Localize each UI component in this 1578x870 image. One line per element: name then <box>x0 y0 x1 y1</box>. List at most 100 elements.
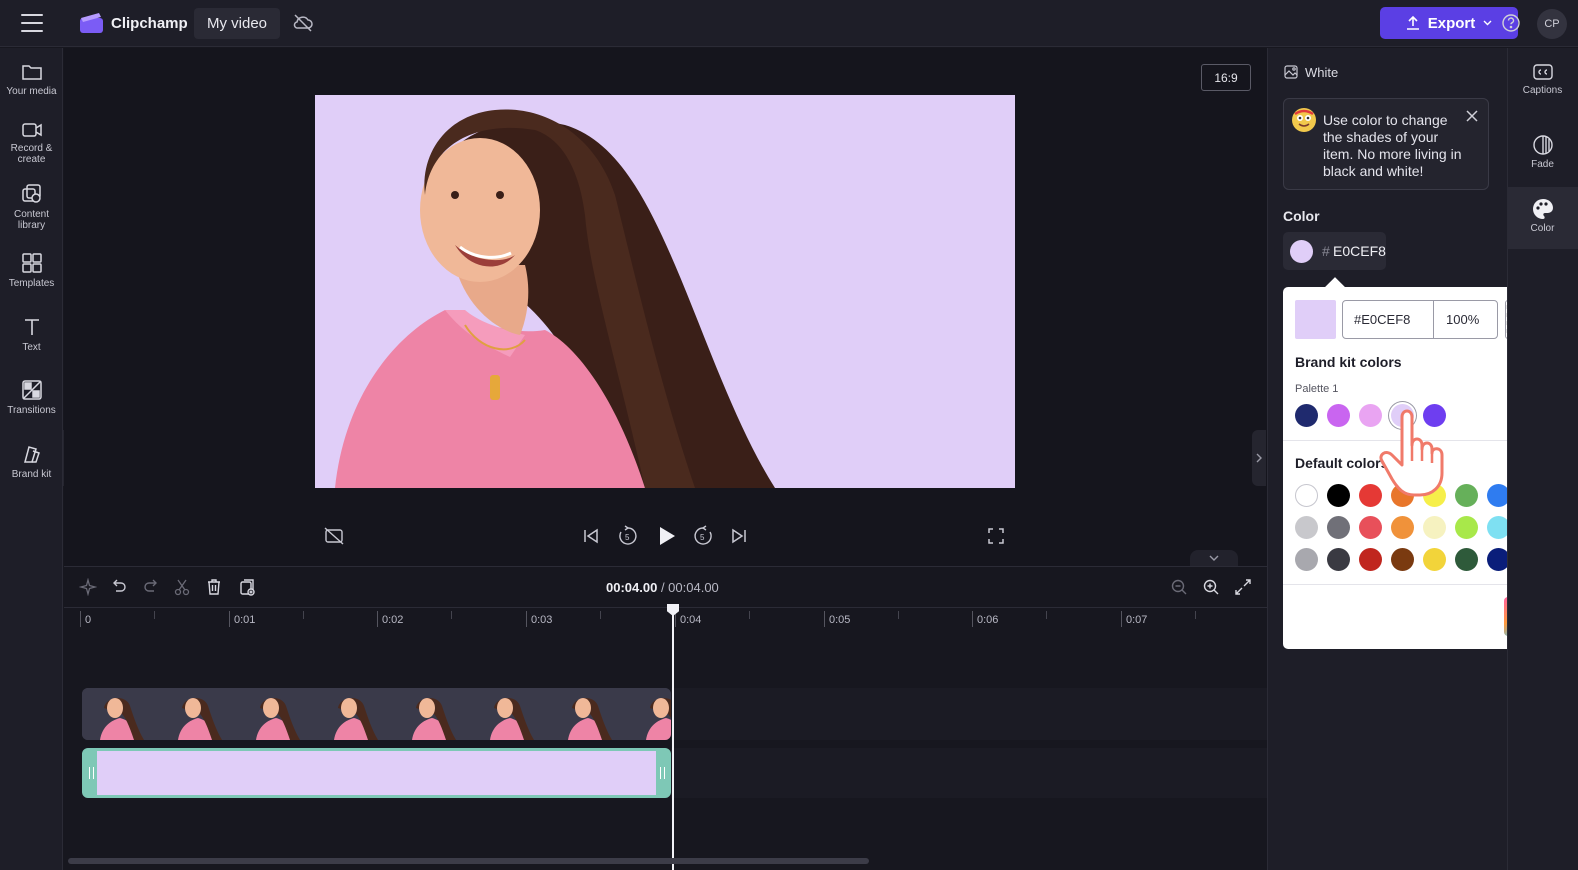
opacity-input[interactable]: 100% <box>1433 300 1498 339</box>
current-color-swatch <box>1290 240 1313 263</box>
rewind-5-icon[interactable]: 5 <box>617 525 639 547</box>
pointer-hand-icon <box>1379 409 1444 497</box>
sidebar-item-your-media[interactable]: Your media <box>0 62 63 97</box>
export-label: Export <box>1427 14 1476 32</box>
default-color-swatch[interactable] <box>1455 484 1478 507</box>
skip-back-icon[interactable] <box>582 527 600 545</box>
hex-value: E0CEF8 <box>1333 243 1386 259</box>
menu-icon[interactable] <box>21 14 43 32</box>
default-color-swatch[interactable] <box>1391 516 1414 539</box>
close-icon[interactable] <box>1465 109 1479 123</box>
ruler-minor-tick <box>451 611 452 619</box>
default-color-swatch[interactable] <box>1423 548 1446 571</box>
ruler-label: 0:02 <box>382 614 404 626</box>
sidebar-item-label: Brand kit <box>11 469 52 480</box>
scissors-icon[interactable] <box>173 578 191 596</box>
tab-color[interactable]: Color <box>1507 198 1578 234</box>
cloud-off-icon[interactable] <box>292 13 314 33</box>
right-tab-bar <box>1507 48 1578 870</box>
skip-forward-icon[interactable] <box>730 527 748 545</box>
text-icon <box>24 319 39 335</box>
clip-thumbnail <box>472 688 549 740</box>
default-color-swatch[interactable] <box>1295 516 1318 539</box>
clipchamp-logo-icon <box>80 13 103 33</box>
sidebar-item-transitions[interactable]: Transitions <box>0 379 63 416</box>
sidebar-item-brand-kit[interactable]: Brand kit <box>0 443 63 480</box>
ruler-label: 0:05 <box>829 614 851 626</box>
sidebar-item-record-create[interactable]: Record & create <box>0 121 63 165</box>
default-color-swatch[interactable] <box>1423 516 1446 539</box>
brand-color-swatch[interactable] <box>1327 404 1350 427</box>
ruler-minor-tick <box>303 611 304 619</box>
default-color-swatch[interactable] <box>1327 516 1350 539</box>
color-clip[interactable] <box>82 748 671 798</box>
sidebar-item-content-library[interactable]: Content library <box>0 183 63 231</box>
tab-fade[interactable]: Fade <box>1507 134 1578 170</box>
clip-thumbnail <box>316 688 393 740</box>
default-color-swatch[interactable] <box>1295 548 1318 571</box>
library-icon <box>21 184 41 203</box>
tab-label: Fade <box>1531 159 1554 170</box>
sidebar-item-text[interactable]: Text <box>0 316 63 353</box>
export-button[interactable]: Export <box>1380 7 1518 39</box>
playhead[interactable] <box>672 604 674 870</box>
default-color-swatch[interactable] <box>1295 484 1318 507</box>
help-icon[interactable] <box>1501 13 1521 33</box>
fullscreen-icon[interactable] <box>987 527 1005 545</box>
caption-off-icon[interactable] <box>324 527 344 545</box>
ruler-label: 0:07 <box>1126 614 1148 626</box>
ruler-tick <box>824 611 825 627</box>
clip-thumbnail <box>82 688 159 740</box>
default-color-swatch[interactable] <box>1327 484 1350 507</box>
total-time: 00:04.00 <box>668 580 719 595</box>
default-color-swatch[interactable] <box>1327 548 1350 571</box>
tab-label: Captions <box>1522 85 1563 96</box>
zoom-out-icon[interactable] <box>1170 578 1188 596</box>
clip-thumbnail <box>550 688 627 740</box>
aspect-ratio-button[interactable]: 16:9 <box>1201 64 1251 91</box>
hex-input[interactable]: #E0CEF8 <box>1342 300 1434 339</box>
video-preview[interactable] <box>315 95 1015 488</box>
trim-handle-right[interactable] <box>656 751 668 795</box>
default-color-swatch[interactable] <box>1359 516 1382 539</box>
fade-icon <box>1532 135 1553 155</box>
video-clip[interactable] <box>82 688 671 740</box>
duplicate-icon[interactable] <box>238 578 256 596</box>
zoom-in-icon[interactable] <box>1202 578 1220 596</box>
sidebar-item-label: Your media <box>6 86 57 97</box>
ruler-minor-tick <box>749 611 750 619</box>
ruler-minor-tick <box>154 611 155 619</box>
ruler-label: 0:04 <box>680 614 702 626</box>
default-color-swatch[interactable] <box>1359 548 1382 571</box>
sidebar-item-label: Content library <box>13 209 50 231</box>
default-color-swatch[interactable] <box>1455 516 1478 539</box>
ruler-tick <box>972 611 973 627</box>
clip-thumbnail <box>628 688 671 740</box>
tab-captions[interactable]: Captions <box>1507 62 1578 96</box>
image-icon <box>1284 65 1298 79</box>
tab-label: Color <box>1530 223 1555 234</box>
color-picker-button[interactable]: # E0CEF8 <box>1283 232 1386 270</box>
redo-icon[interactable] <box>142 578 160 596</box>
ruler-tick <box>80 611 81 627</box>
ruler-label: 0 <box>85 614 92 626</box>
project-name-field[interactable]: My video <box>194 8 281 39</box>
horizontal-scrollbar[interactable] <box>68 858 869 864</box>
collapse-timeline-button[interactable] <box>1190 550 1238 566</box>
trim-handle-left[interactable] <box>85 751 97 795</box>
magic-icon[interactable] <box>79 578 97 596</box>
play-icon[interactable] <box>655 525 677 547</box>
expand-right-panel-button[interactable] <box>1252 430 1266 486</box>
undo-icon[interactable] <box>110 578 128 596</box>
ruler-label: 0:06 <box>977 614 999 626</box>
default-color-swatch[interactable] <box>1391 548 1414 571</box>
fit-timeline-icon[interactable] <box>1234 578 1252 596</box>
sidebar-item-templates[interactable]: Templates <box>0 252 63 289</box>
delete-icon[interactable] <box>205 578 223 596</box>
brand-kit-heading: Brand kit colors <box>1295 354 1402 370</box>
avatar[interactable]: CP <box>1537 9 1567 39</box>
forward-5-icon[interactable]: 5 <box>692 525 714 547</box>
clip-thumbnail <box>160 688 237 740</box>
brand-color-swatch[interactable] <box>1295 404 1318 427</box>
default-color-swatch[interactable] <box>1455 548 1478 571</box>
